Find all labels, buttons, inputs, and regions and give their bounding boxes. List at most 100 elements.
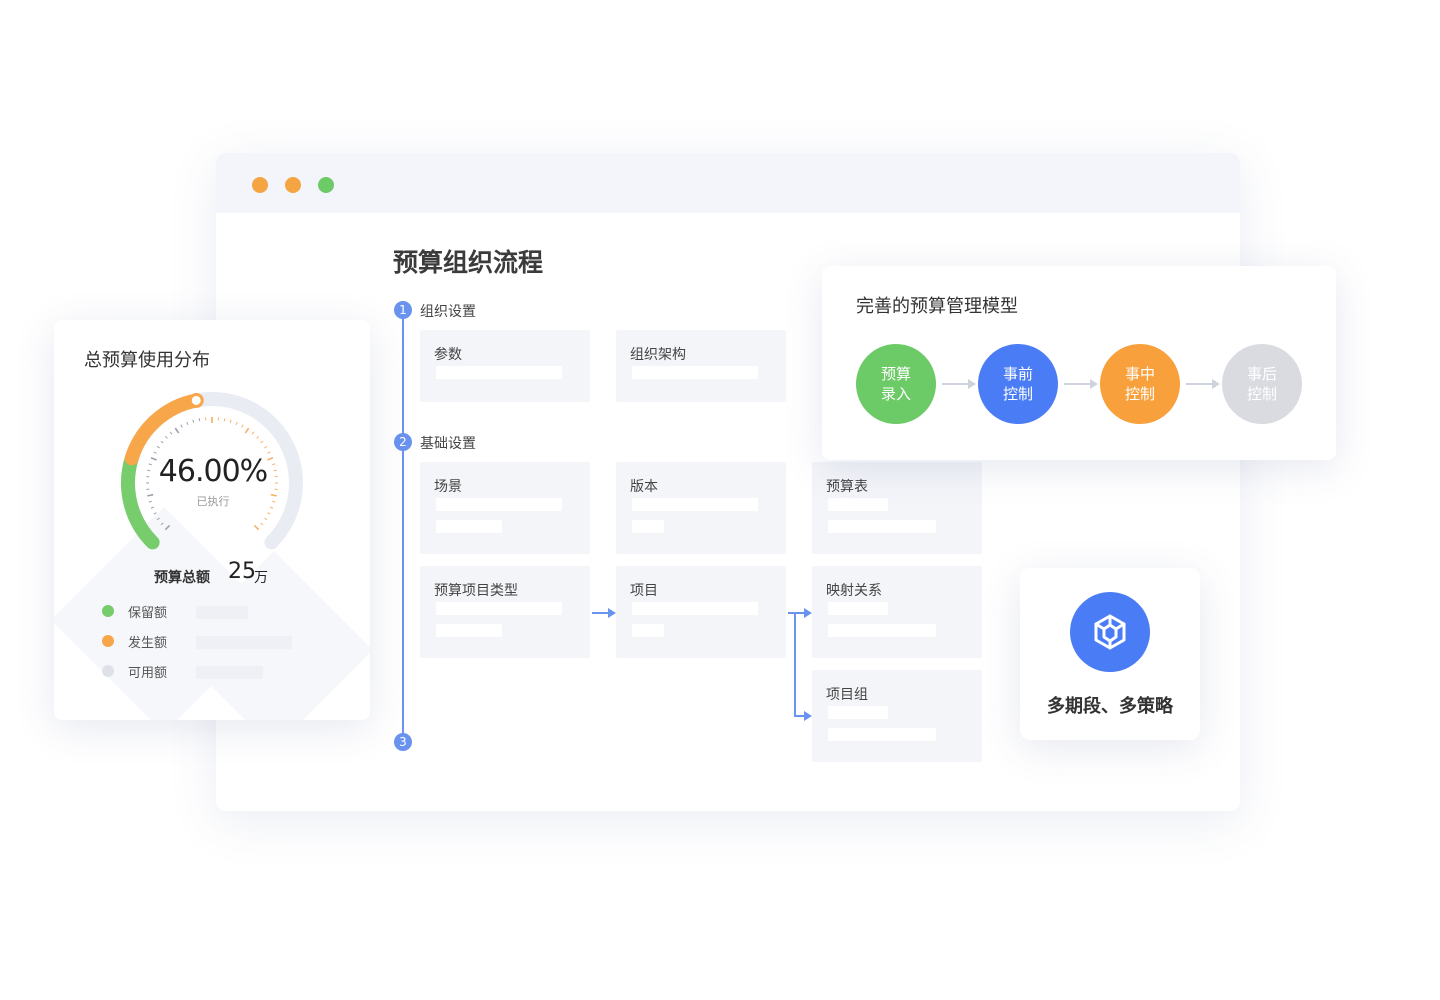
card-scene[interactable]: 场景	[420, 462, 590, 554]
strategy-panel[interactable]: 多期段、多策略	[1020, 568, 1200, 740]
gauge-tick	[186, 421, 189, 425]
gauge-tick	[241, 424, 244, 428]
card-label: 映射关系	[826, 583, 882, 599]
placeholder-bar	[436, 624, 502, 637]
stage-pre-control[interactable]: 事前控制	[978, 344, 1058, 424]
placeholder-bar	[632, 520, 664, 533]
arrow-line	[794, 715, 804, 717]
budget-usage-panel: 总预算使用分布 46.00% 已执行 预算总额 25 万 保留额 发生额 可用额	[54, 320, 370, 720]
gauge-tick	[174, 427, 180, 434]
window-titlebar	[216, 153, 1240, 213]
card-label: 预算表	[826, 479, 868, 495]
legend-dot-incurred	[102, 635, 114, 647]
gauge-tick	[153, 512, 157, 515]
card-version[interactable]: 版本	[616, 462, 786, 554]
placeholder-bar	[632, 366, 758, 379]
placeholder-bar	[828, 520, 936, 533]
gauge-tick	[264, 445, 268, 449]
arrow-right-icon	[608, 608, 616, 618]
card-label: 场景	[434, 479, 462, 495]
legend-label-reserved: 保留额	[128, 606, 168, 621]
stage-post-control[interactable]: 事后控制	[1222, 344, 1302, 424]
total-budget-unit: 万	[254, 570, 268, 586]
legend-dot-reserved	[102, 605, 114, 617]
placeholder-bar	[436, 602, 562, 615]
gauge-tick	[260, 440, 264, 444]
gauge-tick	[164, 524, 171, 531]
card-label: 预算项目类型	[434, 583, 518, 599]
management-model-panel: 完善的预算管理模型 预算录入 事前控制 事中控制 事后控制	[822, 266, 1336, 460]
window-dot-3[interactable]	[318, 177, 334, 193]
placeholder-bar	[632, 624, 664, 637]
placeholder-bar	[436, 520, 502, 533]
step-number-2: 2	[394, 433, 412, 451]
placeholder-bar	[632, 602, 758, 615]
gauge-tick	[169, 431, 173, 435]
card-org-structure[interactable]: 组织架构	[616, 330, 786, 402]
gauge-tick	[253, 524, 260, 531]
step-number-1: 1	[394, 301, 412, 319]
step-label-basic-settings: 基础设置	[420, 436, 476, 452]
gauge-tick	[192, 419, 195, 423]
total-budget-label: 预算总额	[154, 570, 210, 586]
card-item-type[interactable]: 预算项目类型	[420, 566, 590, 658]
gauge-tick	[260, 522, 264, 526]
gauge-tick	[180, 424, 183, 428]
card-item-group[interactable]: 项目组	[812, 670, 982, 762]
arrow-right-icon	[804, 608, 812, 618]
gauge-tick	[235, 421, 238, 425]
card-label: 版本	[630, 479, 658, 495]
gauge-tick	[156, 517, 160, 521]
stage-budget-entry[interactable]: 预算录入	[856, 344, 936, 424]
placeholder-bar	[828, 498, 888, 511]
legend-bar-incurred	[196, 636, 292, 649]
placeholder-bar	[436, 498, 562, 511]
gauge-tick	[256, 435, 260, 439]
arrow-line	[788, 612, 804, 614]
placeholder-bar	[828, 706, 888, 719]
placeholder-bar	[828, 602, 888, 615]
gauge-tick	[264, 517, 268, 521]
placeholder-bar	[632, 498, 758, 511]
arrow-right-icon	[804, 711, 812, 721]
card-params[interactable]: 参数	[420, 330, 590, 402]
step-number-3: 3	[394, 733, 412, 751]
gauge-tick	[223, 418, 226, 422]
gauge-knob	[188, 392, 204, 408]
card-mapping[interactable]: 映射关系	[812, 566, 982, 658]
timeline-line	[402, 311, 404, 743]
stage-arrow-line	[1064, 383, 1090, 385]
stage-in-control[interactable]: 事中控制	[1100, 344, 1180, 424]
card-label: 参数	[434, 347, 462, 363]
gauge-tick	[156, 445, 160, 449]
budget-gauge	[121, 392, 303, 550]
gauge-tick	[160, 440, 164, 444]
card-label: 项目组	[826, 687, 868, 703]
model-title: 完善的预算管理模型	[856, 296, 1018, 317]
legend-bar-reserved	[196, 606, 248, 619]
arrow-right-icon	[968, 379, 976, 389]
card-label: 组织架构	[630, 347, 686, 363]
branch-line	[794, 612, 796, 716]
gauge-orange-arc	[124, 393, 204, 466]
window-dot-2[interactable]	[285, 177, 301, 193]
gauge-caption: 已执行	[196, 495, 230, 508]
card-label: 项目	[630, 583, 658, 599]
arrow-right-icon	[1212, 379, 1220, 389]
gauge-tick	[244, 427, 250, 434]
gauge-percent: 46.00%	[158, 454, 268, 489]
window-dot-1[interactable]	[252, 177, 268, 193]
legend-bar-available	[196, 666, 263, 679]
legend-label-incurred: 发生额	[128, 636, 168, 651]
page-title: 预算组织流程	[393, 248, 544, 277]
gauge-tick	[164, 435, 168, 439]
gauge-tick	[267, 512, 271, 515]
stage-arrow-line	[1186, 383, 1212, 385]
card-item[interactable]: 项目	[616, 566, 786, 658]
card-budget-table[interactable]: 预算表	[812, 462, 982, 554]
gauge-tick	[251, 431, 255, 435]
strategy-label: 多期段、多策略	[1047, 696, 1173, 717]
placeholder-bar	[828, 728, 936, 741]
step-label-org-settings: 组织设置	[420, 304, 476, 320]
stage-arrow-line	[942, 383, 968, 385]
